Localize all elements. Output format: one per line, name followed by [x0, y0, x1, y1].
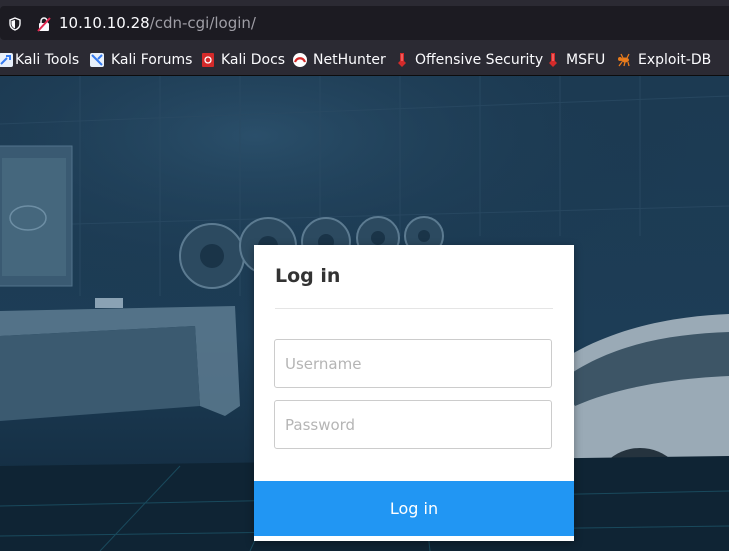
bookmark-kali-tools[interactable]: Kali Tools	[0, 51, 80, 69]
bookmark-label: MSFU	[566, 52, 606, 68]
login-divider	[275, 308, 553, 309]
kali-tools-icon	[0, 53, 13, 67]
bookmark-nethunter[interactable]: NetHunter	[292, 51, 386, 69]
url-path: /cdn-cgi/login/	[149, 14, 256, 32]
nethunter-icon	[293, 53, 307, 67]
login-title: Log in	[275, 265, 341, 287]
address-bar[interactable]: 10.10.10.28/cdn-cgi/login/	[0, 6, 729, 40]
bookmark-label: Kali Forums	[111, 52, 193, 68]
insecure-connection-icon[interactable]	[36, 16, 52, 32]
password-input[interactable]	[274, 400, 552, 449]
bookmark-kali-forums[interactable]: Kali Forums	[89, 51, 193, 69]
msfu-icon	[549, 53, 557, 67]
login-button[interactable]: Log in	[254, 481, 574, 536]
bookmark-msfu[interactable]: MSFU	[545, 51, 607, 69]
kali-forums-icon	[90, 53, 104, 67]
browser-window: 10.10.10.28/cdn-cgi/login/ Kali Tools Ka…	[0, 0, 729, 551]
bookmark-label: Kali Docs	[221, 52, 286, 68]
navigation-toolbar: 10.10.10.28/cdn-cgi/login/	[0, 0, 729, 45]
exploit-db-icon	[618, 53, 630, 67]
bookmark-offensive-security[interactable]: Offensive Security	[394, 51, 543, 69]
bookmark-label: NetHunter	[313, 52, 386, 68]
bookmark-label: Kali Tools	[15, 52, 80, 68]
tracking-protection-shield-icon[interactable]	[8, 17, 22, 31]
page-content: Log in Log in	[0, 76, 729, 551]
bookmark-exploit-db[interactable]: Exploit-DB	[616, 51, 714, 69]
url-text[interactable]: 10.10.10.28/cdn-cgi/login/	[59, 14, 256, 32]
offensive-security-icon	[398, 53, 406, 67]
bookmark-label: Exploit-DB	[638, 52, 712, 68]
username-input[interactable]	[274, 339, 552, 388]
bookmark-kali-docs[interactable]: Kali Docs	[200, 51, 286, 69]
kali-docs-icon	[202, 53, 214, 67]
bookmark-label: Offensive Security	[415, 52, 544, 68]
url-host: 10.10.10.28	[59, 14, 150, 32]
login-form: Log in Log in	[254, 245, 574, 541]
bookmarks-toolbar: Kali Tools Kali Forums Kali Docs NetHunt…	[0, 45, 729, 76]
